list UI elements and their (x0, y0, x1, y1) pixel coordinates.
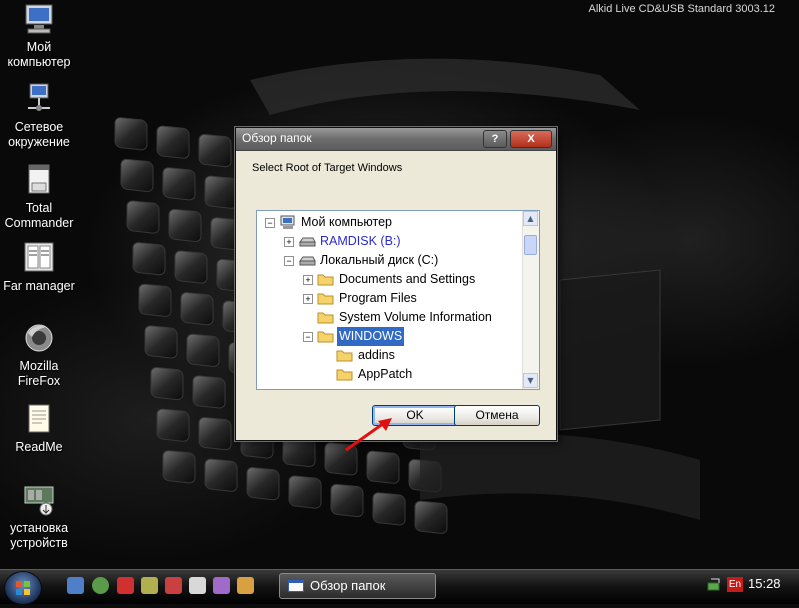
cancel-button[interactable]: Отмена (454, 405, 540, 426)
expand-toggle[interactable]: + (303, 294, 313, 304)
start-button[interactable] (4, 571, 42, 605)
quicklaunch-tool-icon[interactable] (141, 577, 158, 594)
desktop-icon-label: Мой компьютер (7, 40, 71, 69)
my-computer-icon (22, 2, 56, 36)
folder-icon (317, 291, 335, 306)
tree-item-addins[interactable]: addins (257, 346, 521, 365)
taskbar: Обзор папок En 15:28 (0, 569, 799, 605)
tree-item-label: addins (358, 348, 395, 362)
desktop-icon-label: Mozilla FireFox (17, 359, 61, 388)
close-button[interactable]: X (510, 130, 552, 148)
tree-scrollbar[interactable]: ▲ ▼ (522, 211, 539, 389)
os-version-label: Alkid Live CD&USB Standard 3003.12 (588, 3, 776, 15)
expand-toggle[interactable]: + (284, 237, 294, 247)
window-icon (288, 580, 304, 592)
network-icon (22, 82, 56, 116)
desktop-icon-far-manager[interactable]: Far manager (0, 241, 78, 294)
tree-item-label: AppPatch (358, 367, 413, 381)
device-install-icon (22, 483, 56, 517)
folder-icon (336, 367, 354, 382)
folder-icon (317, 272, 335, 287)
tree-item-label: RAMDISK (B:) (320, 234, 401, 248)
desktop-icon-label: ReadMe (15, 440, 63, 454)
tree-item-ramdisk[interactable]: + RAMDISK (B:) (257, 232, 521, 251)
desktop-icon-label: Total Commander (4, 201, 74, 230)
folder-icon (336, 348, 354, 363)
quicklaunch-edit-icon[interactable] (237, 577, 254, 594)
tree-item-apppatch[interactable]: AppPatch (257, 365, 521, 384)
quicklaunch-monitor-icon[interactable] (213, 577, 230, 594)
total-commander-icon (22, 163, 56, 197)
quicklaunch-network-icon[interactable] (92, 577, 109, 594)
taskbar-item-label: Обзор папок (310, 578, 386, 593)
desktop-icon-device-install[interactable]: установка устройств (0, 483, 78, 551)
clock[interactable]: 15:28 (748, 576, 781, 591)
scroll-up-icon[interactable]: ▲ (523, 211, 538, 226)
safely-remove-hardware-icon[interactable] (707, 577, 723, 593)
desktop-icon-readme[interactable]: ReadMe (0, 402, 78, 455)
tree-item-windows[interactable]: − WINDOWS (257, 327, 521, 346)
desktop-icon-label: Far manager (3, 279, 75, 293)
tree-item-system-volume-information[interactable]: System Volume Information (257, 308, 521, 327)
quicklaunch-utility-icon[interactable] (189, 577, 206, 594)
taskbar-item-browse-folders[interactable]: Обзор папок (279, 573, 436, 599)
desktop-icon-total-commander[interactable]: Total Commander (0, 163, 78, 231)
computer-icon (279, 215, 297, 230)
folder-icon (317, 310, 335, 325)
tree-item-label: Мой компьютер (301, 215, 392, 229)
tree-item-label: WINDOWS (337, 327, 405, 346)
language-indicator[interactable]: En (727, 577, 743, 592)
desktop-icon-network[interactable]: Сетевое окружение (0, 82, 78, 150)
scroll-down-icon[interactable]: ▼ (523, 373, 538, 388)
red-arrow-annotation (345, 418, 392, 452)
quicklaunch-desktop-icon[interactable] (67, 577, 84, 594)
quicklaunch-antivirus-icon[interactable] (117, 577, 134, 594)
quicklaunch-recovery-icon[interactable] (165, 577, 182, 594)
desktop-icon-my-computer[interactable]: Мой компьютер (0, 2, 78, 70)
tree-item-my-computer[interactable]: − Мой компьютер (257, 213, 521, 232)
tree-item-label: System Volume Information (339, 310, 492, 324)
tree-item-local-disk-c[interactable]: − Локальный диск (C:) (257, 251, 521, 270)
collapse-toggle[interactable]: − (265, 218, 275, 228)
firefox-icon (22, 321, 56, 355)
tree-item-label: Program Files (339, 291, 417, 305)
expand-toggle[interactable]: + (303, 275, 313, 285)
folder-tree[interactable]: − Мой компьютер + RAMDISK (B:) − Локальн… (256, 210, 540, 390)
desktop-icon-label: Сетевое окружение (8, 120, 70, 149)
collapse-toggle[interactable]: − (303, 332, 313, 342)
tree-item-documents-and-settings[interactable]: + Documents and Settings (257, 270, 521, 289)
system-tray: En 15:28 (700, 572, 799, 602)
far-manager-icon (22, 241, 56, 275)
collapse-toggle[interactable]: − (284, 256, 294, 266)
dialog-title: Обзор папок (242, 131, 312, 145)
tree-item-label: Локальный диск (C:) (320, 253, 439, 267)
desktop-icon-label: установка устройств (9, 521, 69, 550)
browse-folder-dialog: Обзор папок ? X Select Root of Target Wi… (235, 127, 557, 441)
dialog-caption: Select Root of Target Windows (252, 162, 403, 174)
folder-icon (317, 329, 335, 344)
dialog-titlebar[interactable]: Обзор папок ? X (236, 128, 556, 151)
scroll-thumb[interactable] (524, 235, 537, 255)
tree-item-label: Documents and Settings (339, 272, 476, 286)
tree-item-program-files[interactable]: + Program Files (257, 289, 521, 308)
drive-icon (298, 234, 316, 249)
help-button[interactable]: ? (483, 130, 507, 148)
drive-icon (298, 253, 316, 268)
windows-flag-icon (16, 581, 30, 595)
readme-icon (22, 402, 56, 436)
desktop-icon-firefox[interactable]: Mozilla FireFox (0, 321, 78, 389)
